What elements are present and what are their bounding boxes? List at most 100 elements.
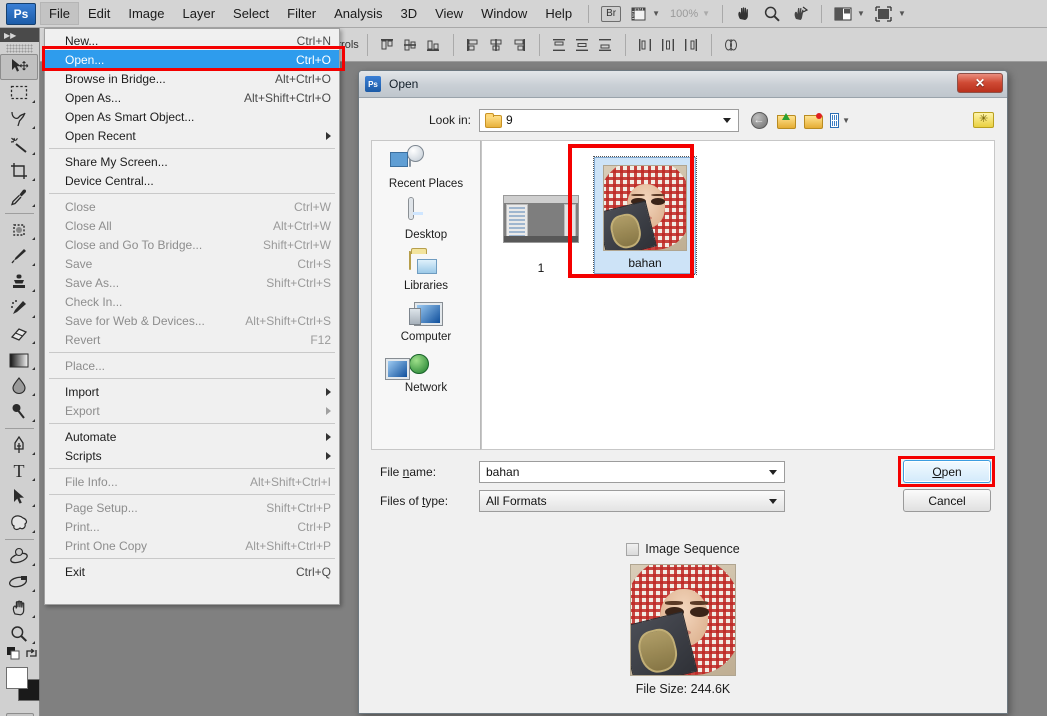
tool-rectangular-marquee-tool[interactable] xyxy=(0,80,38,106)
tool-lasso-tool[interactable] xyxy=(0,106,38,132)
distribute-top-edges-button[interactable] xyxy=(549,34,570,55)
align-vertical-centers-button[interactable] xyxy=(400,34,421,55)
menu-analysis[interactable]: Analysis xyxy=(325,2,391,25)
screen-mode-icon[interactable]: ▼ xyxy=(870,3,911,25)
tool-eraser-tool[interactable] xyxy=(0,321,38,347)
align-left-edges-button[interactable] xyxy=(463,34,484,55)
menu-file[interactable]: File xyxy=(40,2,79,25)
menu-item-save-as[interactable]: Save As... Shift+Ctrl+S xyxy=(45,273,339,292)
add-to-favorites-icon[interactable]: ✳ xyxy=(973,110,994,128)
menu-item-print[interactable]: Print... Ctrl+P xyxy=(45,517,339,536)
menu-item-automate[interactable]: Automate xyxy=(45,427,339,446)
swap-colors-icon[interactable] xyxy=(25,647,38,660)
hand-tool-icon[interactable] xyxy=(730,3,758,25)
workspace-icon[interactable]: ▼ xyxy=(829,3,870,25)
zoom-percentage-display[interactable]: 100% ▼ xyxy=(665,3,715,25)
menu-window[interactable]: Window xyxy=(472,2,536,25)
menu-item-scripts[interactable]: Scripts xyxy=(45,446,339,465)
rotate-view-tool-icon[interactable] xyxy=(786,3,814,25)
views-button[interactable]: ▼ xyxy=(830,111,850,130)
auto-align-layers-button[interactable] xyxy=(721,34,742,55)
default-colors-icon[interactable] xyxy=(7,647,21,660)
menu-item-page-setup[interactable]: Page Setup... Shift+Ctrl+P xyxy=(45,498,339,517)
menu-item-exit[interactable]: Exit Ctrl+Q xyxy=(45,562,339,581)
create-new-folder-button[interactable] xyxy=(803,111,823,130)
tool-custom-shape-tool[interactable] xyxy=(0,510,38,536)
zoom-tool-icon[interactable] xyxy=(758,3,786,25)
menu-item-device-central[interactable]: Device Central... xyxy=(45,171,339,190)
close-icon[interactable]: ✕ xyxy=(957,73,1003,93)
menu-item-save-for-web-and-devices[interactable]: Save for Web & Devices... Alt+Shift+Ctrl… xyxy=(45,311,339,330)
menu-item-open-as-smart-object[interactable]: Open As Smart Object... xyxy=(45,107,339,126)
place-network[interactable]: Network xyxy=(372,351,480,394)
menu-item-open-as[interactable]: Open As... Alt+Shift+Ctrl+O xyxy=(45,88,339,107)
tool-blur-tool[interactable] xyxy=(0,373,38,399)
tool-eyedropper-tool[interactable] xyxy=(0,184,38,210)
up-one-level-button[interactable] xyxy=(776,111,796,130)
menu-item-import[interactable]: Import xyxy=(45,382,339,401)
menu-item-export[interactable]: Export xyxy=(45,401,339,420)
view-extras-icon[interactable]: ▼ xyxy=(626,3,665,25)
tool-3d-rotate-tool[interactable] xyxy=(0,543,38,569)
menu-item-open-recent[interactable]: Open Recent xyxy=(45,126,339,145)
tool-pen-tool[interactable] xyxy=(0,432,38,458)
place-libraries[interactable]: Libraries xyxy=(372,249,480,292)
menu-item-share-my-screen[interactable]: Share My Screen... xyxy=(45,152,339,171)
tool-dodge-tool[interactable] xyxy=(0,399,38,425)
tool-clone-stamp-tool[interactable] xyxy=(0,269,38,295)
menu-help[interactable]: Help xyxy=(536,2,581,25)
tool-quick-selection-tool[interactable] xyxy=(0,132,38,158)
menu-select[interactable]: Select xyxy=(224,2,278,25)
cancel-button[interactable]: Cancel xyxy=(903,489,991,512)
file-item-screenshot[interactable]: 1 xyxy=(496,181,586,275)
distribute-left-edges-button[interactable] xyxy=(635,34,656,55)
menu-3d[interactable]: 3D xyxy=(391,2,426,25)
tool-gradient-tool[interactable] xyxy=(0,347,38,373)
bridge-icon[interactable]: Br xyxy=(596,3,626,25)
file-item-bahan[interactable]: bahan xyxy=(593,156,697,275)
look-in-combobox[interactable]: 9 xyxy=(479,108,739,132)
menu-item-open[interactable]: Open... Ctrl+O xyxy=(45,50,339,69)
tools-panel-grip[interactable] xyxy=(6,44,33,53)
tool-history-brush-tool[interactable] xyxy=(0,295,38,321)
menu-item-close[interactable]: Close Ctrl+W xyxy=(45,197,339,216)
place-recent-places[interactable]: Recent Places xyxy=(372,147,480,190)
menu-item-place[interactable]: Place... xyxy=(45,356,339,375)
file-list[interactable]: 1 bahan xyxy=(481,140,995,450)
align-bottom-edges-button[interactable] xyxy=(423,34,444,55)
tool-zoom-tool[interactable] xyxy=(0,621,38,647)
tool-brush-tool[interactable] xyxy=(0,243,38,269)
tool-type-tool[interactable]: T xyxy=(0,458,38,484)
tool-3d-orbit-tool[interactable] xyxy=(0,569,38,595)
open-button[interactable]: Open xyxy=(903,460,991,483)
dialog-title-bar[interactable]: Ps Open ✕ xyxy=(359,71,1007,98)
tool-move-tool[interactable] xyxy=(0,54,38,80)
tool-hand-tool[interactable] xyxy=(0,595,38,621)
distribute-horizontal-centers-button[interactable] xyxy=(658,34,679,55)
align-horizontal-centers-button[interactable] xyxy=(486,34,507,55)
menu-view[interactable]: View xyxy=(426,2,472,25)
tool-spot-healing-brush-tool[interactable] xyxy=(0,217,38,243)
image-sequence-row[interactable]: Image Sequence xyxy=(371,542,995,556)
menu-item-check-in[interactable]: Check In... xyxy=(45,292,339,311)
menu-item-file-info[interactable]: File Info... Alt+Shift+Ctrl+I xyxy=(45,472,339,491)
menu-edit[interactable]: Edit xyxy=(79,2,119,25)
align-top-edges-button[interactable] xyxy=(377,34,398,55)
menu-item-print-one-copy[interactable]: Print One Copy Alt+Shift+Ctrl+P xyxy=(45,536,339,555)
chevron-down-icon[interactable] xyxy=(769,469,777,475)
menu-item-save[interactable]: Save Ctrl+S xyxy=(45,254,339,273)
align-right-edges-button[interactable] xyxy=(509,34,530,55)
tools-panel-collapse-handle[interactable]: ▶▶ xyxy=(0,28,39,42)
menu-item-new[interactable]: New... Ctrl+N xyxy=(45,31,339,50)
distribute-right-edges-button[interactable] xyxy=(681,34,702,55)
place-desktop[interactable]: Desktop xyxy=(372,198,480,241)
files-of-type-select[interactable]: All Formats xyxy=(479,490,785,512)
menu-image[interactable]: Image xyxy=(119,2,173,25)
back-button[interactable]: ← xyxy=(749,111,769,130)
menu-item-browse-in-bridge[interactable]: Browse in Bridge... Alt+Ctrl+O xyxy=(45,69,339,88)
distribute-bottom-edges-button[interactable] xyxy=(595,34,616,55)
menu-filter[interactable]: Filter xyxy=(278,2,325,25)
place-computer[interactable]: Computer xyxy=(372,300,480,343)
menu-item-close-and-go-to-bridge[interactable]: Close and Go To Bridge... Shift+Ctrl+W xyxy=(45,235,339,254)
foreground-color-swatch[interactable] xyxy=(6,667,28,689)
